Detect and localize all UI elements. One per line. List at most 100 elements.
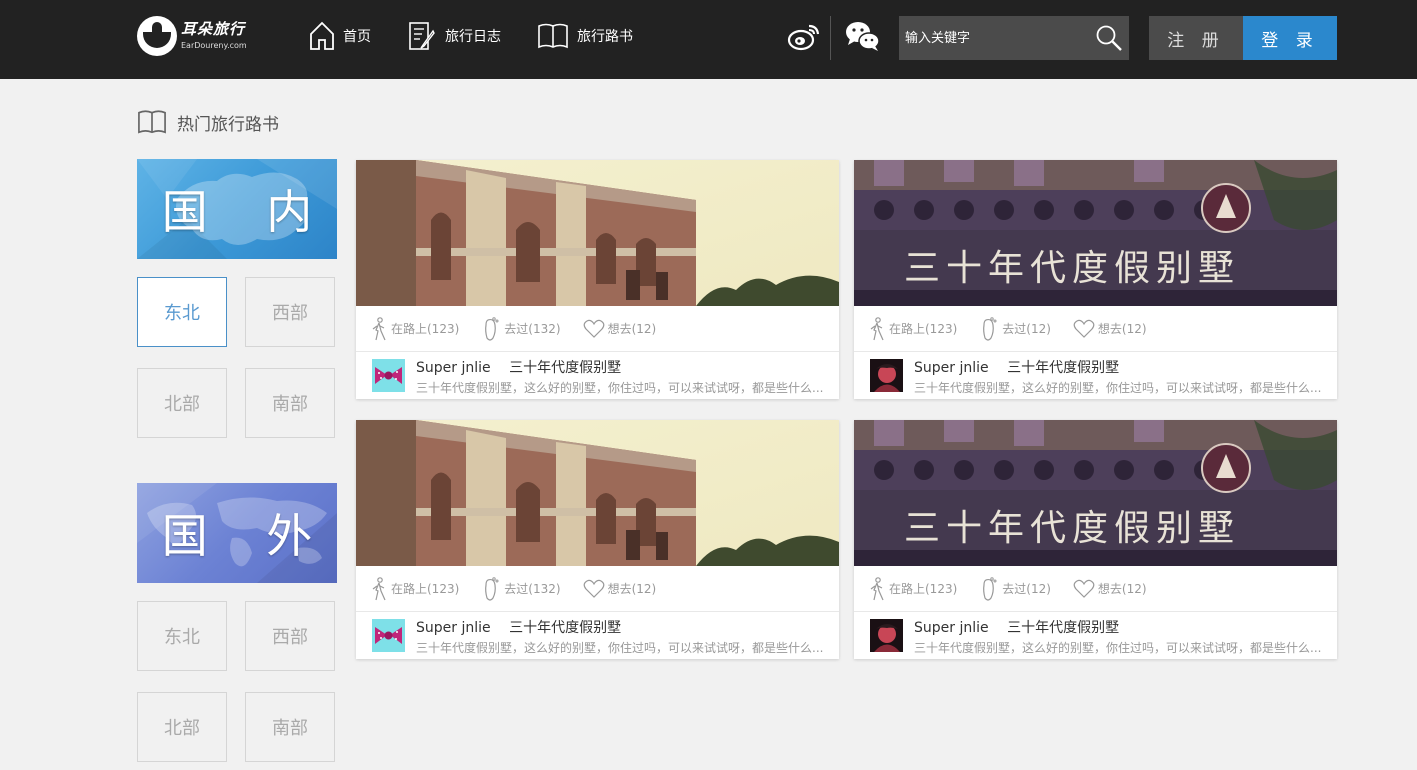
search-box bbox=[899, 16, 1129, 60]
stat-on-road[interactable]: 在路上(123) bbox=[868, 316, 957, 341]
stat-visited[interactable]: 去过(132) bbox=[481, 576, 561, 602]
card-stats: 在路上(123) 去过(132) 想去(12) bbox=[356, 306, 839, 352]
stat-want[interactable]: 想去(12) bbox=[583, 319, 656, 339]
villa-sign-photo: 三十年代度假别墅 bbox=[854, 160, 1337, 306]
section-title-text: 热门旅行路书 bbox=[177, 114, 279, 135]
foreign-area-north[interactable]: 北部 bbox=[137, 692, 227, 762]
card-cover-image[interactable]: 三十年代度假别墅 bbox=[854, 420, 1337, 566]
search-input[interactable] bbox=[899, 16, 1089, 60]
card-author-title[interactable]: Super jnlie 三十年代度假别墅 bbox=[914, 617, 1119, 637]
avatar[interactable] bbox=[870, 619, 903, 652]
stat-want[interactable]: 想去(12) bbox=[583, 579, 657, 599]
nav-diary[interactable]: 旅行日志 bbox=[407, 20, 501, 52]
weibo-icon[interactable] bbox=[787, 20, 821, 52]
foreign-area-west[interactable]: 西部 bbox=[245, 601, 335, 671]
card-stats: 在路上(123) 去过(12) 想去(12) bbox=[854, 566, 1337, 612]
stat-want-label: 想去(12) bbox=[1097, 582, 1147, 596]
walking-person-icon bbox=[372, 576, 386, 600]
stat-visited-label: 去过(12) bbox=[1002, 322, 1051, 336]
card-cover-image[interactable] bbox=[356, 420, 839, 566]
card-info: Super jnlie 三十年代度假别墅 三十年代度假别墅，这么好的别墅，你住过… bbox=[854, 352, 1337, 399]
stat-want-label: 想去(12) bbox=[607, 582, 657, 596]
stat-visited-label: 去过(132) bbox=[504, 322, 561, 336]
nav-home[interactable]: 首页 bbox=[309, 20, 371, 52]
domestic-area-northeast[interactable]: 东北 bbox=[137, 277, 227, 347]
nav-diary-label: 旅行日志 bbox=[445, 29, 501, 45]
card-author-title[interactable]: Super jnlie 三十年代度假别墅 bbox=[416, 617, 621, 637]
travel-book-card[interactable]: 在路上(123) 去过(132) 想去(12) Super jnlie 三十年代… bbox=[356, 160, 839, 399]
stat-want[interactable]: 想去(12) bbox=[1073, 319, 1147, 339]
book-icon bbox=[538, 23, 568, 49]
stat-on-road[interactable]: 在路上(123) bbox=[370, 316, 459, 341]
domestic-area-south[interactable]: 南部 bbox=[245, 368, 335, 438]
logo-name-cn: 耳朵旅行 bbox=[181, 20, 246, 38]
stat-visited[interactable]: 去过(12) bbox=[979, 576, 1051, 602]
wechat-icon[interactable] bbox=[845, 20, 881, 52]
foreign-banner[interactable]: 国 外 bbox=[137, 483, 337, 583]
site-logo[interactable]: 耳朵旅行 EarDoureny.com bbox=[137, 14, 247, 58]
nav-book[interactable]: 旅行路书 bbox=[537, 20, 633, 52]
colonial-villa-photo bbox=[356, 420, 839, 566]
card-desc: 三十年代度假别墅，这么好的别墅，你住过吗，可以来试试呀，都是些什么... bbox=[914, 641, 1322, 655]
home-icon bbox=[310, 21, 334, 50]
card-info: Super jnlie 三十年代度假别墅 三十年代度假别墅，这么好的别墅，你住过… bbox=[356, 352, 839, 399]
nav-book-label: 旅行路书 bbox=[577, 29, 633, 45]
svg-text:三十年代度假别墅: 三十年代度假别墅 bbox=[904, 508, 1240, 549]
footprint-icon bbox=[485, 576, 499, 601]
foreign-area-south[interactable]: 南部 bbox=[245, 692, 335, 762]
footprint-icon bbox=[983, 316, 997, 341]
card-cover-image[interactable]: 三十年代度假别墅 bbox=[854, 160, 1337, 306]
travel-book-card[interactable]: 在路上(123) 去过(132) 想去(12) Super jnlie 三十年代… bbox=[356, 420, 839, 659]
logo-name-en: EarDoureny.com bbox=[181, 41, 247, 50]
card-title: 三十年代度假别墅 bbox=[509, 360, 622, 376]
colonial-villa-photo bbox=[356, 160, 839, 306]
card-stats: 在路上(123) 去过(12) 想去(12) bbox=[854, 306, 1337, 352]
stat-on-road[interactable]: 在路上(123) bbox=[370, 576, 459, 601]
avatar[interactable] bbox=[372, 619, 405, 652]
login-button[interactable]: 登 录 bbox=[1243, 16, 1337, 60]
domestic-area-west[interactable]: 西部 bbox=[245, 277, 335, 347]
heart-icon bbox=[1073, 579, 1095, 598]
card-info: Super jnlie 三十年代度假别墅 三十年代度假别墅，这么好的别墅，你住过… bbox=[356, 612, 839, 659]
walking-person-icon bbox=[372, 316, 386, 340]
domestic-banner-label: 国 内 bbox=[161, 185, 335, 239]
foreign-banner-label: 国 外 bbox=[161, 509, 335, 563]
stat-want[interactable]: 想去(12) bbox=[1073, 579, 1147, 599]
avatar[interactable] bbox=[870, 359, 903, 392]
diary-icon bbox=[409, 22, 435, 50]
bow-avatar-icon bbox=[372, 359, 405, 392]
walking-person-icon bbox=[870, 576, 884, 600]
domestic-banner[interactable]: 国 内 bbox=[137, 159, 337, 259]
villa-sign-photo: 三十年代度假别墅 bbox=[854, 420, 1337, 566]
card-author-title[interactable]: Super jnlie 三十年代度假别墅 bbox=[416, 357, 621, 377]
card-author: Super jnlie bbox=[416, 620, 491, 636]
stat-visited[interactable]: 去过(132) bbox=[481, 316, 561, 342]
social-divider bbox=[830, 16, 831, 60]
card-author: Super jnlie bbox=[914, 360, 989, 376]
foreign-area-northeast[interactable]: 东北 bbox=[137, 601, 227, 671]
travel-book-card[interactable]: 三十年代度假别墅 在路上(123) 去过(12) 想去(12) Super jn… bbox=[854, 420, 1337, 659]
stat-want-label: 想去(12) bbox=[1097, 322, 1147, 336]
bow-avatar-icon bbox=[372, 619, 405, 652]
card-title: 三十年代度假别墅 bbox=[1007, 620, 1120, 636]
heart-icon bbox=[1073, 319, 1095, 338]
card-desc: 三十年代度假别墅，这么好的别墅，你住过吗，可以来试试呀，都是些什么... bbox=[416, 641, 824, 655]
svg-text:三十年代度假别墅: 三十年代度假别墅 bbox=[904, 248, 1240, 289]
stat-visited-label: 去过(132) bbox=[504, 582, 561, 596]
footprint-icon bbox=[983, 576, 997, 601]
user-avatar-icon bbox=[870, 619, 903, 652]
top-header: 耳朵旅行 EarDoureny.com 首页 旅行日志 旅行路书 输入关键字 注… bbox=[0, 0, 1417, 79]
card-desc: 三十年代度假别墅，这么好的别墅，你住过吗，可以来试试呀，都是些什么... bbox=[914, 381, 1322, 395]
card-desc: 三十年代度假别墅，这么好的别墅，你住过吗，可以来试试呀，都是些什么... bbox=[416, 381, 824, 395]
card-cover-image[interactable] bbox=[356, 160, 839, 306]
travel-book-card[interactable]: 三十年代度假别墅 在路上(123) 去过(12) 想去(12) Super jn… bbox=[854, 160, 1337, 399]
avatar[interactable] bbox=[372, 359, 405, 392]
card-author-title[interactable]: Super jnlie 三十年代度假别墅 bbox=[914, 357, 1119, 377]
domestic-area-north[interactable]: 北部 bbox=[137, 368, 227, 438]
card-author: Super jnlie bbox=[914, 620, 989, 636]
stat-on-road[interactable]: 在路上(123) bbox=[868, 576, 957, 601]
stat-visited[interactable]: 去过(12) bbox=[979, 316, 1051, 342]
register-button[interactable]: 注 册 bbox=[1149, 16, 1243, 60]
search-icon[interactable] bbox=[1095, 24, 1123, 52]
logo-icon bbox=[137, 16, 177, 56]
